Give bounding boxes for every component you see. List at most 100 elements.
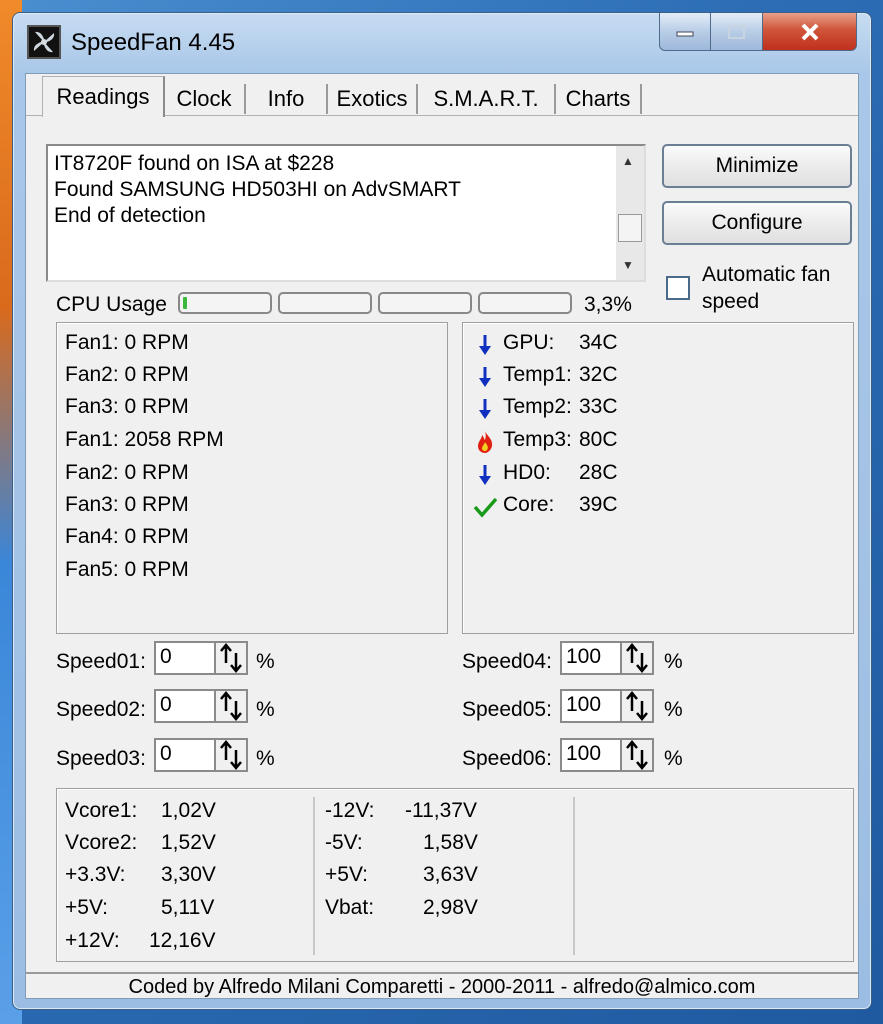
tab-info[interactable]: Info <box>246 84 328 114</box>
fan-reading: Fan2: 0 RPM <box>65 461 189 484</box>
speed06-spinner[interactable] <box>620 738 654 772</box>
voltage-label: Vcore1: <box>65 799 138 822</box>
speed05-input[interactable]: 100 <box>560 689 620 723</box>
speed06-label: Speed06: <box>462 747 552 770</box>
temp-row-temp2: Temp2: 33C <box>473 393 673 423</box>
auto-fan-label-line1: Automatic fan <box>702 263 831 286</box>
voltage-label: Vbat: <box>325 896 375 919</box>
arrow-down-icon <box>479 367 491 387</box>
temp-label: GPU: <box>503 331 555 354</box>
tab-strip: Readings Clock Info Exotics S.M.A.R.T. C… <box>26 74 858 117</box>
spin-arrows-icon <box>626 740 648 770</box>
temp-label: Core: <box>503 493 555 516</box>
speedfan-fan-icon[interactable] <box>27 25 61 59</box>
voltage-value: 1,58V <box>423 831 478 854</box>
detection-log[interactable]: IT8720F found on ISA at $228 Found SAMSU… <box>46 144 646 282</box>
log-scrollbar[interactable]: ▲ ▼ <box>616 146 644 280</box>
temperatures-panel: GPU: 34C Temp1: 32C Temp2: 33C Temp3: 80… <box>462 322 854 634</box>
voltage-label: Vcore2: <box>65 831 138 854</box>
speed03-input[interactable]: 0 <box>154 738 214 772</box>
tab-charts[interactable]: Charts <box>556 84 642 114</box>
client-area: Readings Clock Info Exotics S.M.A.R.T. C… <box>25 73 859 999</box>
voltage-column-divider <box>313 797 315 955</box>
voltage-value: 1,52V <box>161 831 216 854</box>
spin-arrows-icon <box>220 643 242 673</box>
temp-value: 80C <box>579 428 618 451</box>
speed04-spinner[interactable] <box>620 641 654 675</box>
minimize-button[interactable]: Minimize <box>662 144 852 188</box>
close-icon <box>801 23 818 40</box>
temp-row-hd0: HD0: 28C <box>473 459 673 489</box>
speed06-input[interactable]: 100 <box>560 738 620 772</box>
tab-clock[interactable]: Clock <box>164 84 246 114</box>
temp-value: 39C <box>579 493 618 516</box>
temp-value: 28C <box>579 461 618 484</box>
window-title: SpeedFan 4.45 <box>71 29 236 56</box>
speed04-input[interactable]: 100 <box>560 641 620 675</box>
title-bar[interactable]: SpeedFan 4.45 <box>13 13 871 73</box>
cpu-usage-fill <box>183 297 187 309</box>
close-window-button[interactable] <box>763 13 857 51</box>
voltage-value: -11,37V <box>405 799 477 822</box>
speed02-spinner[interactable] <box>214 689 248 723</box>
flame-icon <box>478 431 493 453</box>
speed05-unit: % <box>664 698 683 721</box>
temp-row-gpu: GPU: 34C <box>473 329 673 359</box>
spin-arrows-icon <box>220 691 242 721</box>
spin-arrows-icon <box>220 740 242 770</box>
speed02-label: Speed02: <box>56 698 146 721</box>
automatic-fan-speed-checkbox[interactable] <box>666 276 690 300</box>
fan-reading: Fan5: 0 RPM <box>65 558 189 581</box>
voltage-label: +5V: <box>65 896 109 919</box>
tab-exotics[interactable]: Exotics <box>328 84 418 114</box>
temp-value: 33C <box>579 395 618 418</box>
speed01-spinner[interactable] <box>214 641 248 675</box>
log-line: End of detection <box>54 204 206 227</box>
maximize-window-button[interactable] <box>711 13 763 51</box>
voltage-value: 2,98V <box>423 896 478 919</box>
log-line: IT8720F found on ISA at $228 <box>54 152 335 175</box>
fan-reading: Fan2: 0 RPM <box>65 363 189 386</box>
speed03-spinner[interactable] <box>214 738 248 772</box>
fans-panel: Fan1: 0 RPM Fan2: 0 RPM Fan3: 0 RPM Fan1… <box>56 322 448 634</box>
tab-readings[interactable]: Readings <box>42 76 165 117</box>
cpu-core-bar <box>278 292 372 314</box>
temp-label: HD0: <box>503 461 551 484</box>
speed02-input[interactable]: 0 <box>154 689 214 723</box>
configure-button[interactable]: Configure <box>662 201 852 245</box>
voltage-value: 5,11V <box>161 896 215 919</box>
cpu-usage-bar <box>178 292 272 314</box>
speed01-input[interactable]: 0 <box>154 641 214 675</box>
voltage-label: -5V: <box>325 831 363 854</box>
status-bar: Coded by Alfredo Milani Comparetti - 200… <box>26 972 858 1000</box>
voltages-panel: Vcore1: 1,02V Vcore2: 1,52V +3.3V: 3,30V… <box>56 788 854 962</box>
fan-reading: Fan1: 2058 RPM <box>65 428 224 451</box>
voltage-value: 3,63V <box>423 863 478 886</box>
fan-reading: Fan1: 0 RPM <box>65 331 189 354</box>
maximize-icon <box>727 24 745 39</box>
tab-smart[interactable]: S.M.A.R.T. <box>418 84 556 114</box>
cpu-usage-label: CPU Usage <box>56 293 167 316</box>
voltage-value: 12,16V <box>149 929 216 952</box>
fan-reading: Fan4: 0 RPM <box>65 525 189 548</box>
temp-value: 32C <box>579 363 618 386</box>
temp-label: Temp3: <box>503 428 572 451</box>
speed03-label: Speed03: <box>56 747 146 770</box>
temp-row-core: Core: 39C <box>473 491 673 521</box>
voltage-label: +12V: <box>65 929 120 952</box>
speed03-unit: % <box>256 747 275 770</box>
voltage-label: -12V: <box>325 799 375 822</box>
temp-row-temp1: Temp1: 32C <box>473 361 673 391</box>
fan-reading: Fan3: 0 RPM <box>65 493 189 516</box>
auto-fan-label-line2: speed <box>702 290 760 313</box>
temp-label: Temp2: <box>503 395 572 418</box>
scroll-thumb[interactable] <box>618 214 642 242</box>
speed05-spinner[interactable] <box>620 689 654 723</box>
scroll-up-icon[interactable]: ▲ <box>622 154 634 168</box>
minimize-window-button[interactable] <box>659 13 711 51</box>
spin-arrows-icon <box>626 643 648 673</box>
speedfan-window: SpeedFan 4.45 Readings Clock Info Exotic… <box>12 12 872 1010</box>
speed01-label: Speed01: <box>56 650 146 673</box>
scroll-down-icon[interactable]: ▼ <box>622 258 634 272</box>
minimize-icon <box>676 31 694 36</box>
